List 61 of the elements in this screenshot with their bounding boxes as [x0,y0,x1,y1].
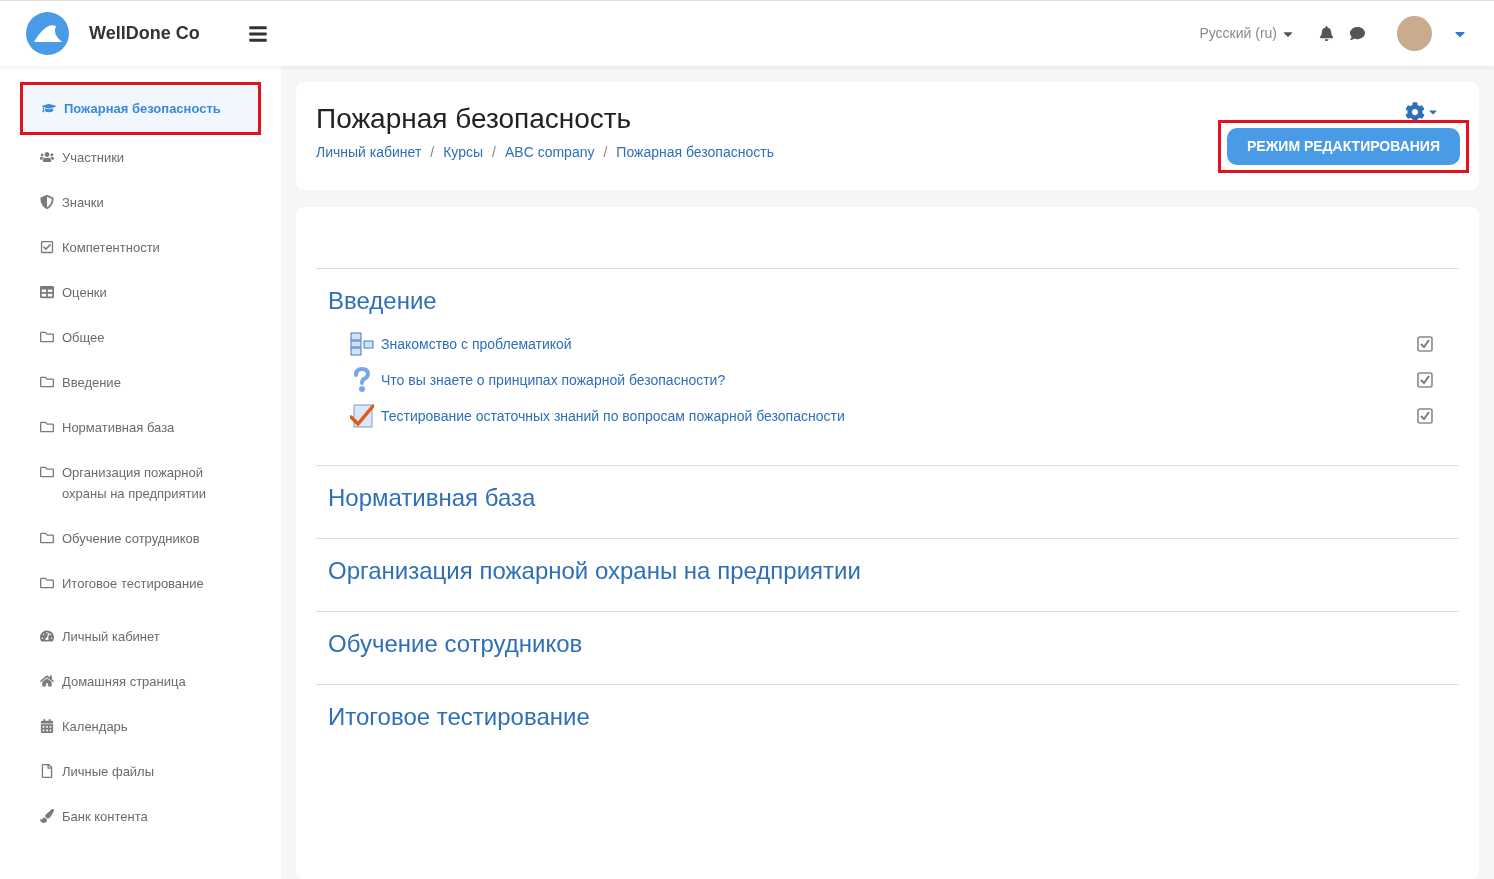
file-icon [40,764,54,778]
breadcrumb-link[interactable]: ABC company [504,142,595,163]
graduation-cap-icon [42,101,56,115]
folder-icon [40,330,54,344]
chat-icon[interactable] [1350,26,1365,41]
breadcrumb-link[interactable]: Пожарная безопасность [616,142,774,163]
sidebar-item[interactable]: Компетентности [22,225,259,270]
calendar-icon [40,719,54,733]
folder-icon [40,420,54,434]
folder-icon [40,531,54,545]
brush-icon [40,809,54,823]
activity-link[interactable]: Тестирование остаточных знаний по вопросам пожарной безопасности [381,405,1410,427]
sidebar-item[interactable]: Значки [22,180,259,225]
logo-icon [26,12,69,55]
activity-link[interactable]: Что вы знаете о принципах пожарной безопасности? [381,369,1410,391]
sidebar-item[interactable]: Банк контента [22,794,259,839]
completion-checkbox[interactable] [1417,336,1433,352]
sidebar-item[interactable]: Общее [22,315,259,360]
page-title: Пожарная безопасность [316,102,633,136]
folder-icon [40,465,54,479]
table-icon [40,285,54,299]
checkbox-icon [40,240,54,254]
folder-icon [40,576,54,590]
activity-link[interactable]: Знакомство с проблематикой [381,333,1410,355]
breadcrumb-separator: / [430,143,435,162]
quiz-check-icon [350,403,374,429]
bell-icon[interactable] [1319,26,1334,41]
section-title[interactable]: Нормативная база [328,480,1447,516]
sidebar-item[interactable]: Организация пожарной охраны на предприятии [22,450,259,516]
sidebar-item[interactable]: Оценки [22,270,259,315]
shield-icon [40,195,54,209]
sidebar-item[interactable]: Итоговое тестирование [22,561,259,606]
sidebar-item[interactable]: Личные файлы [22,749,259,794]
gauge-icon [40,629,54,643]
section-title[interactable]: Организация пожарной охраны на предприятии [328,553,1447,589]
breadcrumb-link[interactable]: Личный кабинет [316,142,422,163]
breadcrumb-link[interactable]: Курсы [443,142,484,163]
section-title[interactable]: Итоговое тестирование [328,699,1447,735]
sidebar-item[interactable]: Нормативная база [22,405,259,450]
structure-icon [350,332,374,356]
users-icon [40,150,54,164]
breadcrumb-separator: / [603,143,608,162]
folder-icon [40,375,54,389]
sidebar-item[interactable]: Обучение сотрудников [22,516,259,561]
sidebar-item[interactable]: Личный кабинет [22,614,259,659]
completion-checkbox[interactable] [1417,408,1433,424]
sidebar-item[interactable]: Пожарная безопасность [24,86,257,131]
menu-icon[interactable] [247,23,268,44]
language-menu[interactable]: Русский (ru) [1199,23,1295,44]
breadcrumb-separator: / [492,143,496,162]
sidebar-item[interactable]: Домашняя страница [22,659,259,704]
section-title[interactable]: Обучение сотрудников [328,626,1447,662]
site-name: WellDone Co [89,22,200,45]
home-icon [40,674,54,688]
section-title[interactable]: Введение [328,283,1447,319]
edit-mode-button[interactable]: РЕЖИМ РЕДАКТИРОВАНИЯ [1227,128,1460,165]
sidebar-item[interactable]: Календарь [22,704,259,749]
sidebar-item[interactable]: Участники [22,135,259,180]
sidebar-item[interactable]: Введение [22,360,259,405]
settings-icon[interactable] [1405,102,1425,122]
completion-checkbox[interactable] [1417,372,1433,388]
